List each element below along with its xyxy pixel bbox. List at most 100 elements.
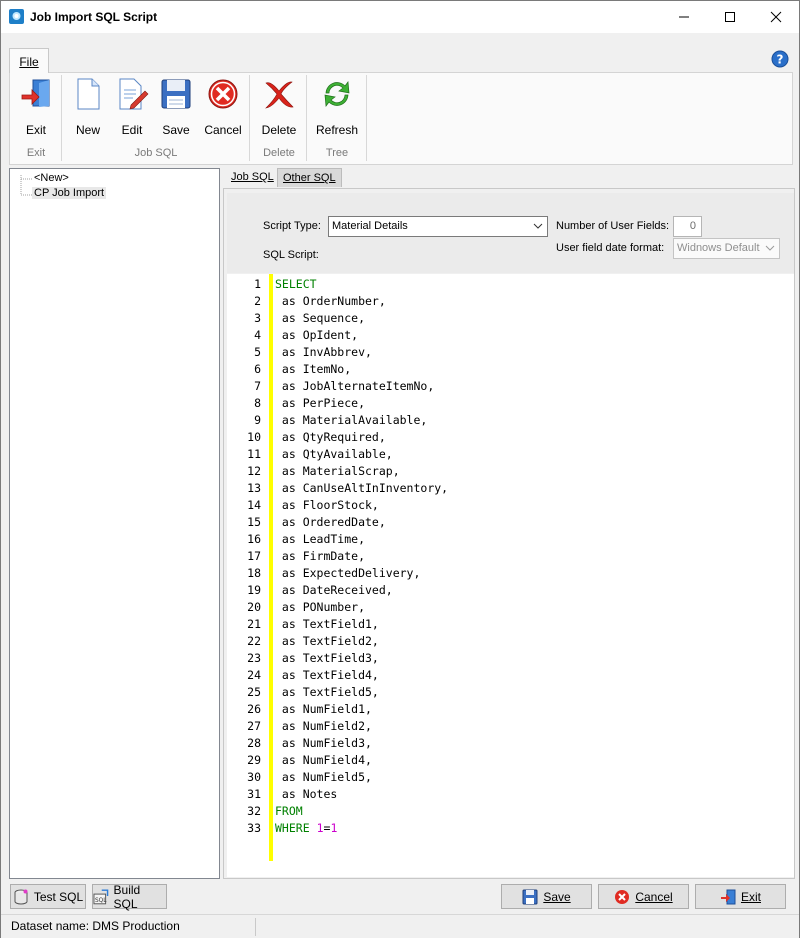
sql-text: as FirmDate, <box>275 549 366 563</box>
tree-item-cp-job-import[interactable]: CP Job Import <box>32 187 107 199</box>
test-sql-button[interactable]: Test SQL <box>10 884 86 909</box>
group-label-job-sql: Job SQL <box>134 147 178 159</box>
code-text: as LeadTime, <box>275 532 365 546</box>
script-type-select[interactable]: Material Details <box>328 216 548 237</box>
line-number: 27 <box>247 719 261 733</box>
app-icon <box>9 9 24 24</box>
close-button[interactable] <box>753 1 799 33</box>
sql-text: as NumField4, <box>275 753 372 767</box>
sql-text: as LeadTime, <box>275 532 366 546</box>
line-number: 14 <box>247 498 261 512</box>
exit-label: Exit <box>25 123 46 137</box>
code-line: 8 as PerPiece, <box>227 396 787 413</box>
save-button[interactable]: Save <box>501 884 592 909</box>
delete-button[interactable]: Delete <box>257 77 301 137</box>
ribbon-separator <box>249 75 250 161</box>
sql-text: as DateReceived, <box>275 583 393 597</box>
save-ribbon-button[interactable]: Save <box>155 77 197 137</box>
line-number: 28 <box>247 736 261 750</box>
code-text: as FirmDate, <box>275 549 365 563</box>
sql-text: as OrderedDate, <box>275 515 386 529</box>
code-text: as TextField4, <box>275 668 379 682</box>
sql-keyword: WHERE <box>275 821 310 835</box>
sql-text: as NumField2, <box>275 719 372 733</box>
sql-text: as ExpectedDelivery, <box>275 566 421 580</box>
code-text: as FloorStock, <box>275 498 379 512</box>
line-number: 25 <box>247 685 261 699</box>
script-tree[interactable]: <New> CP Job Import <box>9 168 220 879</box>
tree-item-new[interactable]: <New> <box>34 172 69 184</box>
num-user-fields-input[interactable]: 0 <box>673 216 702 237</box>
line-number: 18 <box>247 566 261 580</box>
sql-text: as FloorStock, <box>275 498 379 512</box>
date-format-label: User field date format: <box>556 242 665 254</box>
maximize-button[interactable] <box>707 1 753 33</box>
line-number: 12 <box>247 464 261 478</box>
sql-text: as NumField3, <box>275 736 372 750</box>
line-number: 19 <box>247 583 261 597</box>
edit-button[interactable]: Edit <box>111 77 153 137</box>
code-line: 15 as OrderedDate, <box>227 515 787 532</box>
code-line: 29 as NumField4, <box>227 753 787 770</box>
new-label: New <box>75 123 100 137</box>
edit-label: Edit <box>121 123 143 137</box>
test-sql-label: Test SQL <box>33 889 84 904</box>
line-number: 17 <box>247 549 261 563</box>
ribbon-separator <box>61 75 62 161</box>
code-text: as JobAlternateItemNo, <box>275 379 434 393</box>
line-number: 22 <box>247 634 261 648</box>
code-line: 20 as PONumber, <box>227 600 787 617</box>
line-number: 3 <box>254 311 261 325</box>
edit-document-icon <box>119 78 149 110</box>
exit-door-icon <box>720 889 736 904</box>
code-line: 24 as TextField4, <box>227 668 787 685</box>
line-number: 21 <box>247 617 261 631</box>
sql-text: as OpIdent, <box>275 328 359 342</box>
code-line: 2 as OrderNumber, <box>227 294 787 311</box>
sql-text: as OrderNumber, <box>275 294 386 308</box>
svg-text:?: ? <box>777 53 784 67</box>
refresh-button[interactable]: Refresh <box>313 77 361 137</box>
code-text: as CanUseAltInInventory, <box>275 481 448 495</box>
code-text: as OrderedDate, <box>275 515 386 529</box>
code-line: 17 as FirmDate, <box>227 549 787 566</box>
new-button[interactable]: New <box>67 77 109 137</box>
sql-text: as Notes <box>275 787 338 801</box>
line-number: 9 <box>254 413 261 427</box>
line-number: 11 <box>247 447 261 461</box>
code-text: as NumField3, <box>275 736 372 750</box>
cancel-x-circle-icon <box>615 889 630 904</box>
build-sql-button[interactable]: SQL Build SQL <box>92 883 167 911</box>
cancel-ribbon-button[interactable]: Cancel <box>201 77 245 137</box>
tab-file[interactable]: File <box>9 48 49 73</box>
code-line: 31 as Notes <box>227 787 787 804</box>
line-number: 1 <box>254 277 261 291</box>
line-number: 31 <box>247 787 261 801</box>
code-text: as MaterialAvailable, <box>275 413 427 427</box>
tab-job-sql-label: Job SQL <box>231 171 274 183</box>
date-format-select[interactable]: Widnows Default <box>673 238 780 259</box>
chevron-down-icon <box>765 245 775 251</box>
exit-button-label: Exit <box>740 889 761 904</box>
cancel-button[interactable]: Cancel <box>598 884 689 909</box>
delete-label: Delete <box>261 123 297 137</box>
ribbon-separator <box>366 75 367 161</box>
line-number: 6 <box>254 362 261 376</box>
tab-other-sql[interactable]: Other SQL <box>277 168 342 187</box>
database-icon <box>14 889 28 904</box>
line-number: 16 <box>247 532 261 546</box>
code-line: 16 as LeadTime, <box>227 532 787 549</box>
num-user-fields-label: Number of User Fields: <box>556 220 670 232</box>
code-line: 32 FROM <box>227 804 787 821</box>
new-document-icon <box>77 78 100 110</box>
tab-job-sql[interactable]: Job SQL <box>226 168 279 187</box>
code-line: 9 as MaterialAvailable, <box>227 413 787 430</box>
exit-ribbon-button[interactable]: Exit <box>15 77 57 137</box>
refresh-arrows-icon <box>324 81 350 107</box>
minimize-button[interactable] <box>661 1 707 33</box>
code-line: 13 as CanUseAltInInventory, <box>227 481 787 498</box>
help-icon[interactable]: ? <box>771 50 789 68</box>
code-line: 26 as NumField1, <box>227 702 787 719</box>
exit-button[interactable]: Exit <box>695 884 786 909</box>
code-text: as ItemNo, <box>275 362 351 376</box>
